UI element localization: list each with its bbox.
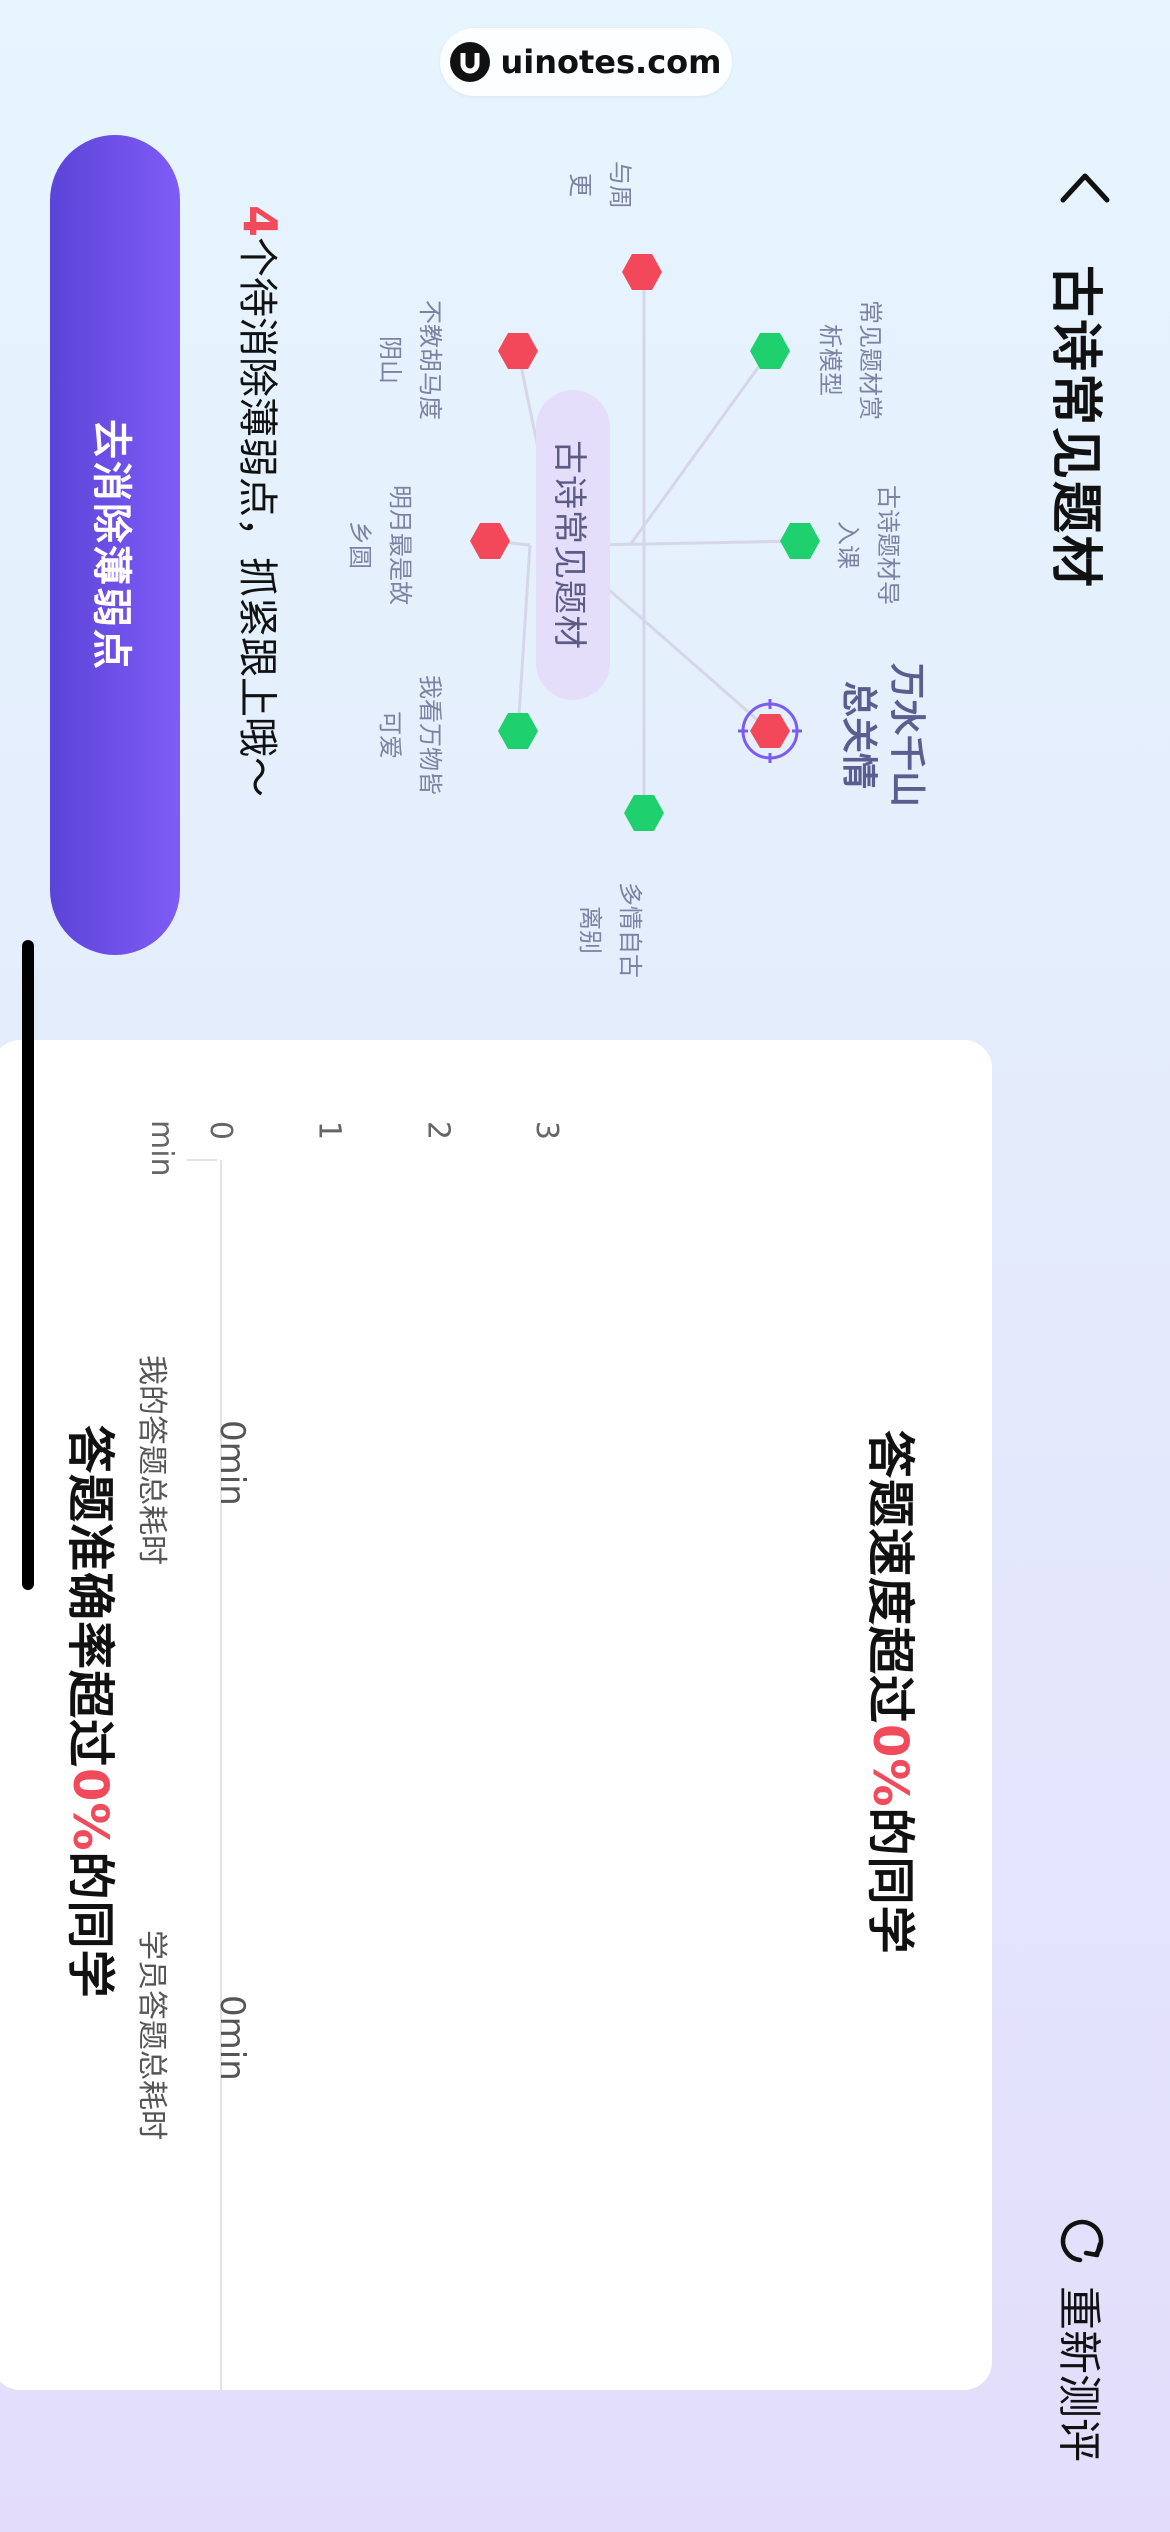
y-tick-label: 3 xyxy=(529,1121,564,1140)
node-label-line: 析模型 xyxy=(816,324,844,396)
weak-points-count: 4 xyxy=(233,205,287,238)
refresh-icon xyxy=(1060,2219,1104,2263)
page-stage: 古诗常见题材 重新测评 古诗常见题材 与周 更 常见题材赏 析模型 古诗题材导 … xyxy=(0,0,1170,2532)
weak-node-icon[interactable] xyxy=(496,329,540,373)
node-label-line: 总关情 xyxy=(838,680,879,789)
mastered-node-icon[interactable] xyxy=(778,519,822,563)
bar-value-label: 0min xyxy=(212,1420,252,1506)
retest-button[interactable]: 重新测评 xyxy=(1051,2214,1115,2462)
node-label-line: 古诗题材导 xyxy=(874,485,902,605)
mastered-node-icon[interactable] xyxy=(622,791,666,835)
edge-to-wankan xyxy=(516,544,532,732)
node-label-line: 乡圆 xyxy=(346,521,374,569)
node-label-wankan: 我看万物皆 可爱 xyxy=(370,660,450,810)
node-label-line: 阴山 xyxy=(376,336,404,384)
accuracy-title-value: 0% xyxy=(62,1768,118,1852)
speed-card: 答题速度超过0%的同学 0123 min 0min 0min 我的答题总耗时 学… xyxy=(0,1040,992,2390)
node-label-line: 可爱 xyxy=(376,711,404,759)
weak-points-text: 个待消除薄弱点，抓紧跟上哦～ xyxy=(234,237,280,798)
weak-node-icon[interactable] xyxy=(468,519,512,563)
node-label-line: 不教胡马度 xyxy=(416,300,444,420)
bar-value-label: 0min xyxy=(212,1995,252,2081)
node-label-line: 常见题材赏 xyxy=(856,300,884,420)
uinotes-logo-icon xyxy=(450,42,491,82)
node-label-duoqing: 多情自古 离别 xyxy=(570,860,650,1000)
node-label-intro: 古诗题材导 入课 xyxy=(828,470,908,620)
node-label-mingyue: 明月最是故 乡圆 xyxy=(340,470,420,620)
target-icon[interactable] xyxy=(736,697,804,765)
eliminate-weak-points-button[interactable]: 去消除薄弱点 xyxy=(50,135,180,955)
weak-points-summary: 4个待消除薄弱点，抓紧跟上哦～ xyxy=(232,205,290,797)
retest-label: 重新测评 xyxy=(1053,2286,1104,2462)
node-label-yuzhou: 与周 更 xyxy=(560,140,640,230)
y-tick-label: 2 xyxy=(420,1121,455,1140)
node-label-line: 离别 xyxy=(576,906,604,954)
node-label-wanshui: 万水千山 总关情 xyxy=(834,650,930,820)
node-label-line: 入课 xyxy=(834,521,862,569)
node-label-line: 明月最是故 xyxy=(386,485,414,605)
chart-unit-label: min xyxy=(144,1120,179,1177)
mastered-node-icon[interactable] xyxy=(496,709,540,753)
x-category-label: 我的答题总耗时 xyxy=(134,1355,169,1565)
chart-ticks: 0 1 2 3 xyxy=(203,1121,564,1140)
node-label-analysis-model: 常见题材赏 析模型 xyxy=(810,285,890,435)
accuracy-title-suffix: 的同学 xyxy=(62,1851,118,1999)
node-label-hu-ma: 不教胡马度 阴山 xyxy=(370,285,450,435)
node-label-line: 与周 xyxy=(606,161,634,209)
weak-node-icon[interactable] xyxy=(620,250,664,294)
edge-to-analysis-model xyxy=(628,350,772,546)
watermark-text: uinotes.com xyxy=(500,43,722,81)
accuracy-card-title: 答题准确率超过0%的同学 xyxy=(60,1425,130,1999)
node-label-line: 我看万物皆 xyxy=(416,675,444,795)
accuracy-title-prefix: 答题准确率超过 xyxy=(62,1425,118,1769)
edge-to-intro xyxy=(593,539,801,547)
y-tick-label: 0 xyxy=(203,1121,238,1140)
watermark: uinotes.com xyxy=(440,28,732,96)
mindmap-center: 古诗常见题材 xyxy=(536,390,610,700)
x-category-label: 学员答题总耗时 xyxy=(134,1930,169,2140)
node-label-line: 万水千山 xyxy=(886,662,927,807)
node-label-line: 更 xyxy=(566,173,594,197)
mastered-node-icon[interactable] xyxy=(748,329,792,373)
speed-chart: 0 1 2 3 min xyxy=(144,1120,564,2390)
node-label-line: 多情自古 xyxy=(616,882,644,978)
home-indicator[interactable] xyxy=(22,940,34,1590)
y-tick-label: 1 xyxy=(312,1121,347,1140)
